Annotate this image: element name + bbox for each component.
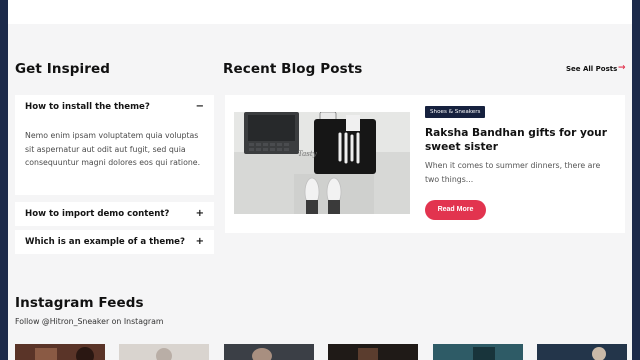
faq-item-3[interactable]: Which is an example of a theme? + [15, 230, 214, 254]
blog-post-image[interactable]: Tasty [234, 112, 410, 214]
recent-posts-title: Recent Blog Posts [223, 61, 363, 77]
instagram-post[interactable] [433, 344, 523, 360]
faq-question[interactable]: Which is an example of a theme? [25, 237, 185, 247]
faq-question[interactable]: How to install the theme? [25, 102, 150, 112]
expand-icon[interactable]: + [196, 237, 204, 247]
arrow-right-icon[interactable]: → [618, 63, 626, 73]
faq-answer: Nemo enim ipsam voluptatem quia voluptas… [25, 131, 201, 167]
faq-question[interactable]: How to import demo content? [25, 209, 169, 219]
get-inspired-title: Get Inspired [15, 61, 111, 77]
expand-icon[interactable]: + [196, 209, 204, 219]
blog-post-title[interactable]: Raksha Bandhan gifts for your sweet sist… [425, 126, 615, 154]
read-more-button[interactable]: Read More [425, 200, 486, 220]
blog-post-excerpt: When it comes to summer dinners, there a… [425, 161, 601, 184]
instagram-subtitle: Follow @Hitron_Sneaker on Instagram [15, 317, 164, 326]
see-all-posts-link[interactable]: See All Posts [566, 65, 617, 73]
category-tag[interactable]: Shoes & Sneakers [425, 106, 486, 118]
faq-item-2[interactable]: How to import demo content? + [15, 202, 214, 226]
collapse-icon[interactable]: − [196, 102, 204, 112]
top-band [8, 0, 632, 24]
page: Get Inspired How to install the theme? −… [8, 0, 632, 360]
faq-item-1[interactable]: How to install the theme? − Nemo enim ip… [15, 95, 214, 195]
image-text: Tasty [298, 150, 318, 158]
instagram-post[interactable] [328, 344, 418, 360]
instagram-post[interactable] [224, 344, 314, 360]
blog-post-card: Tasty Shoes & Sneakers Raksha Bandhan gi… [225, 95, 625, 233]
instagram-post[interactable] [119, 344, 209, 360]
instagram-post[interactable] [15, 344, 105, 360]
instagram-post[interactable] [537, 344, 627, 360]
instagram-title: Instagram Feeds [15, 295, 144, 311]
